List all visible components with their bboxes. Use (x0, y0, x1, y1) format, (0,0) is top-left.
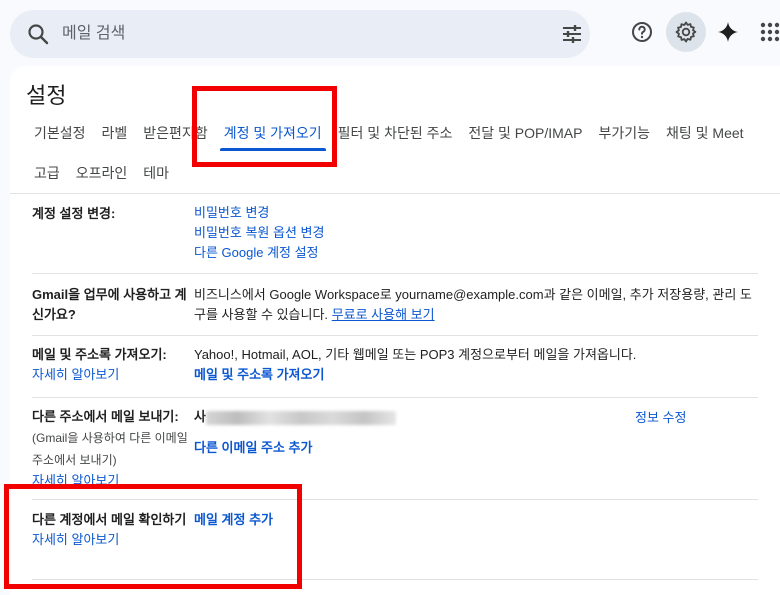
import-description: Yahoo!, Hotmail, AOL, 기타 웹메일 또는 POP3 계정으… (194, 347, 637, 362)
google-apps-icon[interactable] (750, 12, 780, 52)
tab-themes[interactable]: 테마 (135, 155, 177, 191)
import-mail-contacts-row: 메일 및 주소록 가져오기: 자세히 알아보기 Yahoo!, Hotmail,… (32, 336, 758, 398)
tab-filters[interactable]: 필터 및 차단된 주소 (330, 115, 461, 151)
add-another-email-link[interactable]: 다른 이메일 주소 추가 (194, 437, 312, 456)
workspace-row: Gmail을 업무에 사용하고 계신가요? 비즈니스에서 Google Work… (32, 274, 758, 336)
settings-gear-icon[interactable] (666, 12, 706, 52)
change-recovery-options-link[interactable]: 비밀번호 복원 옵션 변경 (194, 223, 324, 243)
settings-tabs-second-row: 고급 오프라인 테마 (26, 155, 177, 191)
import-mail-contacts-link[interactable]: 메일 및 주소록 가져오기 (194, 365, 636, 385)
change-account-settings-row: 계정 설정 변경: 비밀번호 변경 비밀번호 복원 옵션 변경 다른 Googl… (32, 194, 758, 274)
other-google-account-settings-link[interactable]: 다른 Google 계정 설정 (194, 243, 324, 263)
highlight-box-tab (192, 86, 337, 167)
row-sublabel: (Gmail을 사용하여 다른 이메일 주소에서 보내기) (32, 431, 188, 467)
gemini-sparkle-icon[interactable] (708, 12, 748, 52)
page-title: 설정 (26, 83, 67, 108)
row-label: 계정 설정 변경: (32, 206, 116, 221)
row-label: 메일 및 주소록 가져오기: (32, 347, 167, 362)
row-label: Gmail을 업무에 사용하고 계신가요? (32, 287, 187, 322)
search-options-icon[interactable] (560, 22, 584, 46)
help-icon[interactable] (622, 12, 662, 52)
edit-info-link[interactable]: 정보 수정 (635, 407, 686, 426)
settings-tabs: 기본설정 라벨 받은편지함 계정 및 가져오기 필터 및 차단된 주소 전달 및… (26, 115, 752, 151)
sender-name: 사 (194, 409, 206, 424)
tab-general[interactable]: 기본설정 (26, 115, 94, 151)
try-free-link[interactable]: 무료로 사용해 보기 (332, 307, 435, 322)
change-password-link[interactable]: 비밀번호 변경 (194, 203, 324, 223)
tab-forwarding[interactable]: 전달 및 POP/IMAP (460, 115, 590, 151)
tab-chat-meet[interactable]: 채팅 및 Meet (658, 115, 752, 151)
workspace-description: 비즈니스에서 Google Workspace로 yourname@exampl… (194, 287, 752, 322)
tab-advanced[interactable]: 고급 (26, 155, 68, 191)
tab-addons[interactable]: 부가기능 (590, 115, 658, 151)
search-bar[interactable] (10, 10, 590, 58)
tab-labels[interactable]: 라벨 (94, 115, 136, 151)
highlight-box-check-mail (4, 484, 302, 589)
tab-offline[interactable]: 오프라인 (68, 155, 136, 191)
row-label: 다른 주소에서 메일 보내기: (32, 409, 179, 424)
redacted-email-address (205, 410, 396, 425)
search-icon[interactable] (26, 22, 50, 46)
search-input[interactable] (62, 22, 522, 46)
learn-more-link[interactable]: 자세히 알아보기 (32, 367, 119, 382)
